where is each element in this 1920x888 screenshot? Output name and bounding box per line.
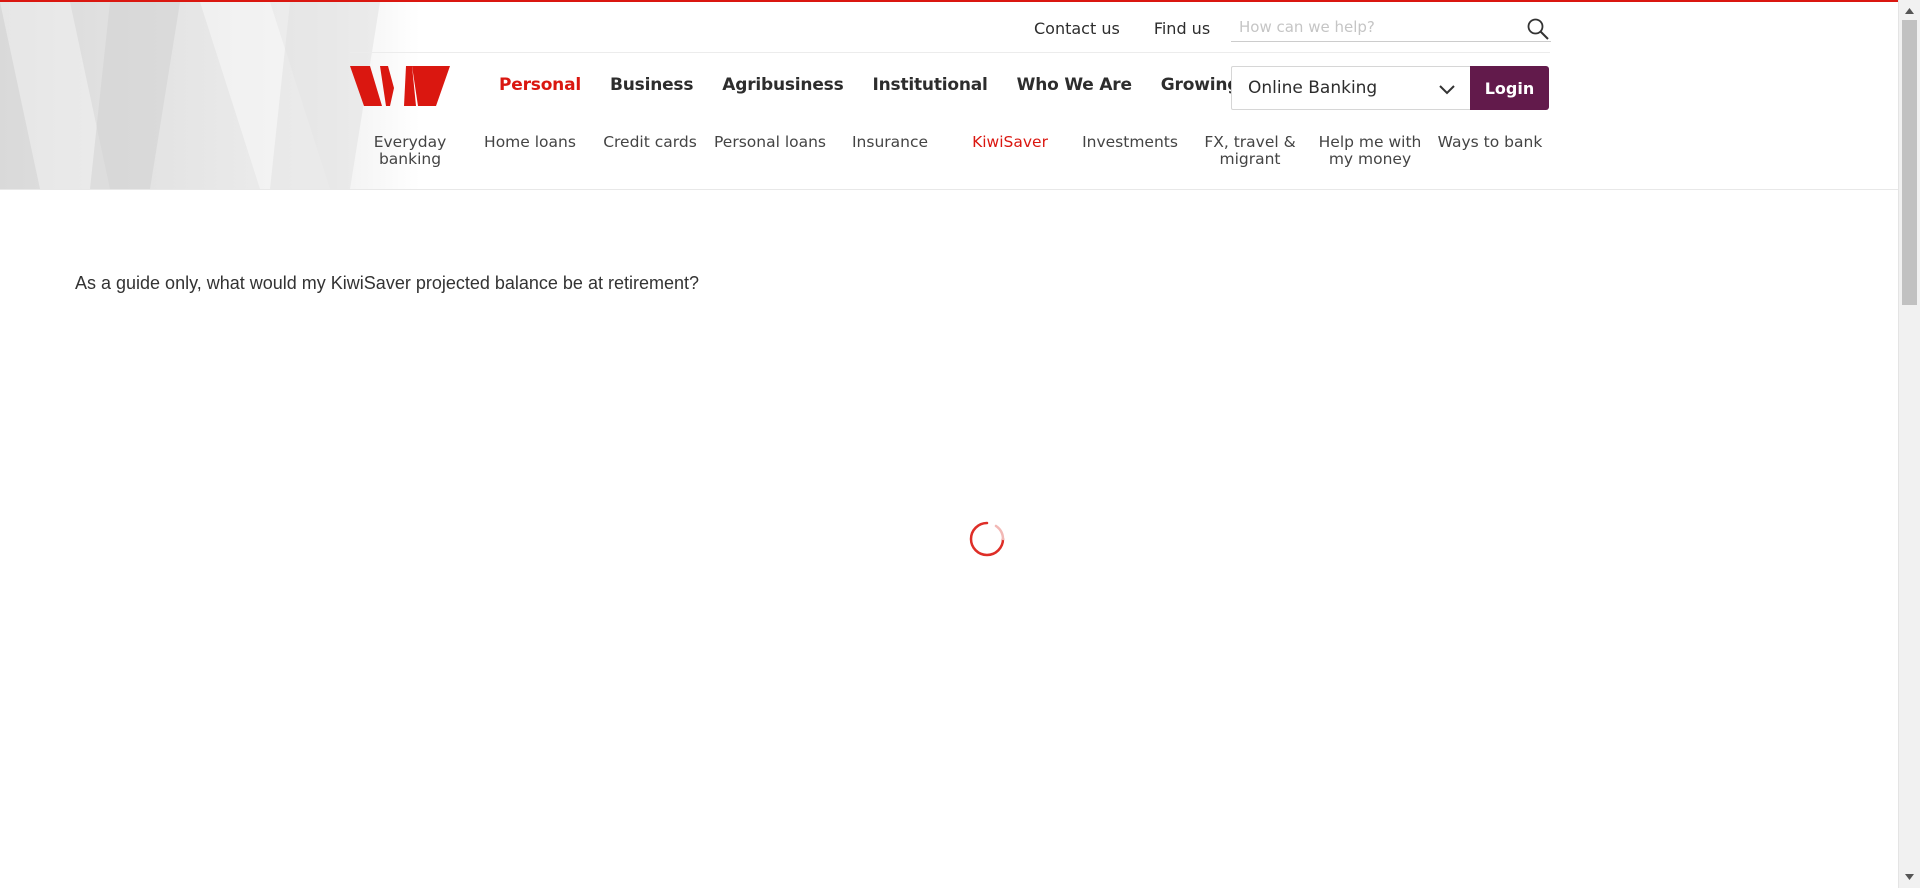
chevron-down-icon (1439, 85, 1455, 95)
scroll-up-arrow-icon[interactable] (1899, 4, 1920, 18)
online-banking-selected: Online Banking (1248, 78, 1378, 98)
nav-agribusiness[interactable]: Agribusiness (722, 75, 843, 95)
subnav-fx-travel-migrant[interactable]: FX, travel & migrant (1190, 134, 1310, 168)
subnav-investments[interactable]: Investments (1070, 134, 1190, 168)
online-banking-select[interactable]: Online Banking (1231, 66, 1471, 110)
westpac-logo[interactable] (350, 64, 450, 108)
utility-links: Contact us Find us (1034, 16, 1244, 40)
subnav-home-loans[interactable]: Home loans (470, 134, 590, 168)
utility-divider (350, 52, 1550, 53)
nav-institutional[interactable]: Institutional (873, 75, 988, 95)
subnav-help-me-with-my-money[interactable]: Help me with my money (1310, 134, 1430, 168)
main-nav: Personal Business Agribusiness Instituti… (499, 72, 1300, 98)
nav-personal[interactable]: Personal (499, 75, 581, 95)
subnav-kiwisaver[interactable]: KiwiSaver (950, 134, 1070, 168)
subnav-credit-cards[interactable]: Credit cards (590, 134, 710, 168)
page-question: As a guide only, what would my KiwiSaver… (75, 273, 699, 293)
nav-who-we-are[interactable]: Who We Are (1017, 75, 1132, 95)
contact-us-link[interactable]: Contact us (1034, 19, 1120, 38)
subnav-personal-loans[interactable]: Personal loans (710, 134, 830, 168)
search-box (1231, 14, 1551, 42)
subnav-ways-to-bank[interactable]: Ways to bank (1430, 134, 1550, 168)
subnav-everyday-banking[interactable]: Everyday banking (350, 134, 470, 168)
site-header: Contact us Find us Personal Business Agr… (0, 2, 1898, 190)
scroll-down-arrow-icon[interactable] (1899, 870, 1920, 884)
subnav-insurance[interactable]: Insurance (830, 134, 950, 168)
page-scrollbar[interactable] (1898, 0, 1920, 888)
nav-business[interactable]: Business (610, 75, 693, 95)
sub-nav: Everyday banking Home loans Credit cards… (350, 134, 1550, 168)
loading-spinner-icon (969, 521, 1005, 557)
search-input[interactable] (1231, 14, 1521, 40)
login-button[interactable]: Login (1470, 66, 1549, 110)
find-us-link[interactable]: Find us (1154, 19, 1210, 38)
scroll-thumb[interactable] (1902, 20, 1917, 305)
search-icon[interactable] (1526, 17, 1550, 41)
